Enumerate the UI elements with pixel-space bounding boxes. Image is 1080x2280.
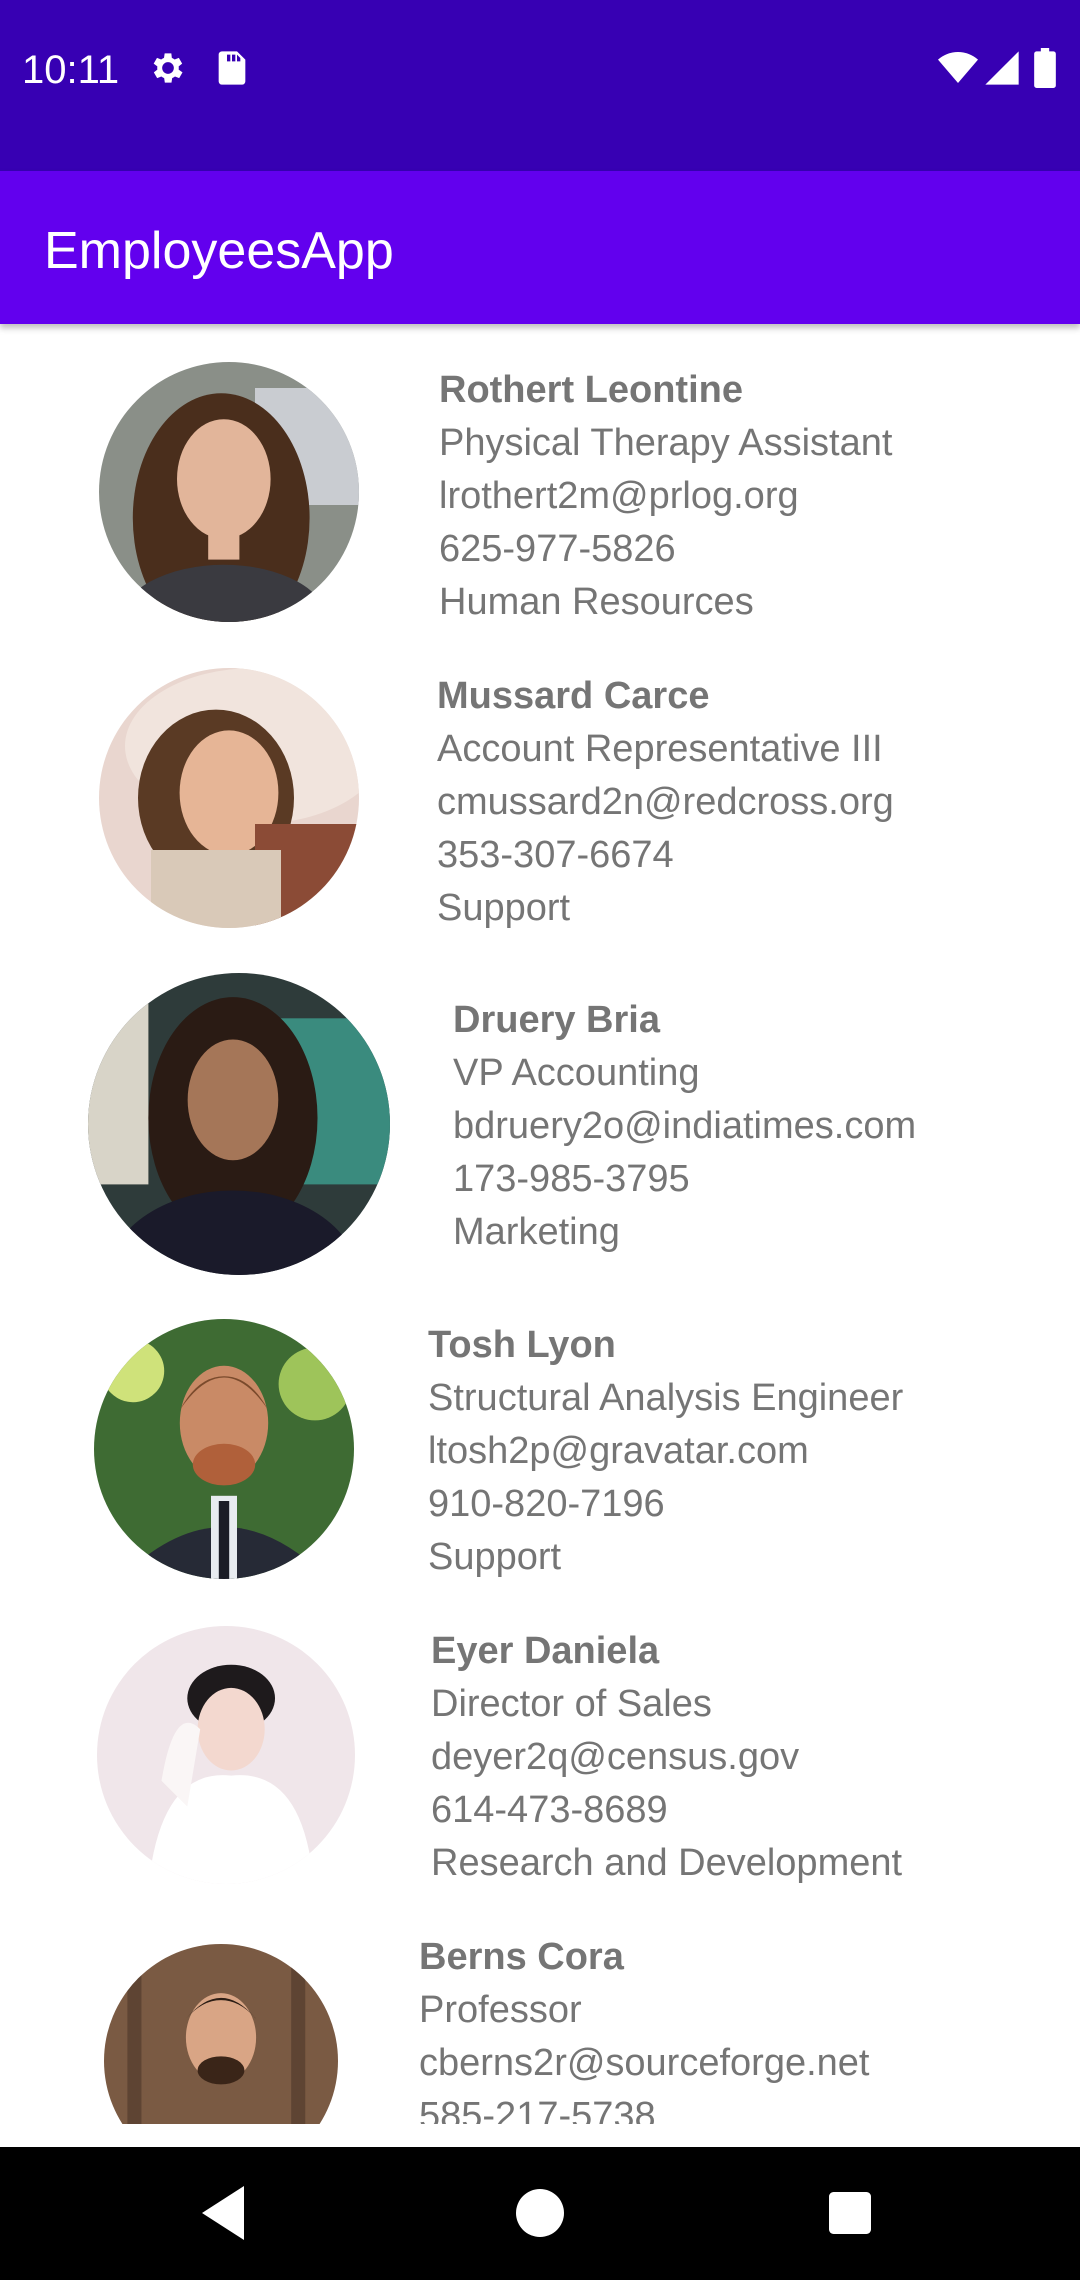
employee-phone: 585-217-5738: [419, 2095, 656, 2124]
employee-avatar: [94, 1319, 354, 1579]
employee-phone: 173-985-3795: [453, 1158, 690, 1200]
employee-name: Rothert Leontine: [439, 369, 743, 411]
sd-card-icon: [212, 48, 252, 88]
signal-icon: [982, 48, 1022, 88]
status-bar: 10:11: [0, 0, 1080, 171]
employee-email: cberns2r@sourceforge.net: [419, 2042, 870, 2084]
employee-phone: 910-820-7196: [428, 1483, 665, 1525]
employee-email: bdruery2o@indiatimes.com: [453, 1105, 917, 1147]
employee-info: Eyer Daniela Director of Sales deyer2q@c…: [431, 1625, 902, 1890]
employee-email: ltosh2p@gravatar.com: [428, 1430, 809, 1472]
employee-list[interactable]: Rothert Leontine Physical Therapy Assist…: [0, 324, 1080, 2124]
employee-info: Mussard Carce Account Representative III…: [437, 670, 894, 935]
employee-title: VP Accounting: [453, 1052, 700, 1094]
home-icon[interactable]: [504, 2177, 576, 2249]
status-time: 10:11: [22, 48, 120, 92]
app-bar: EmployeesApp: [0, 171, 1080, 324]
employee-name: Eyer Daniela: [431, 1630, 660, 1672]
employee-name: Druery Bria: [453, 999, 660, 1041]
employee-info: Rothert Leontine Physical Therapy Assist…: [439, 364, 892, 629]
employee-department: Marketing: [453, 1211, 620, 1253]
app-title: EmployeesApp: [44, 222, 394, 280]
employee-title: Director of Sales: [431, 1683, 712, 1725]
employee-title: Structural Analysis Engineer: [428, 1377, 904, 1419]
employee-title: Professor: [419, 1989, 582, 2031]
battery-icon: [1032, 48, 1058, 88]
employee-name: Mussard Carce: [437, 675, 710, 717]
employee-info: Druery Bria VP Accounting bdruery2o@indi…: [453, 994, 916, 1259]
employee-avatar: [99, 668, 359, 928]
employee-phone: 614-473-8689: [431, 1789, 668, 1831]
employee-phone: 353-307-6674: [437, 834, 674, 876]
employee-info: Tosh Lyon Structural Analysis Engineer l…: [428, 1319, 903, 1584]
employee-phone: 625-977-5826: [439, 528, 676, 570]
employee-title: Physical Therapy Assistant: [439, 422, 893, 464]
employee-avatar: [97, 1626, 355, 1884]
employee-avatar: [88, 973, 390, 1275]
employee-department: Support: [428, 1536, 562, 1578]
employee-avatar: [104, 1944, 338, 2124]
gear-icon: [148, 48, 188, 88]
employee-email: lrothert2m@prlog.org: [439, 475, 799, 517]
employee-name: Berns Cora: [419, 1936, 624, 1978]
employee-department: Support: [437, 887, 571, 929]
recents-icon[interactable]: [814, 2177, 886, 2249]
employee-info: Berns Cora Professor cberns2r@sourceforg…: [419, 1931, 869, 2124]
employee-department: Human Resources: [439, 581, 754, 623]
employee-title: Account Representative III: [437, 728, 883, 770]
employee-name: Tosh Lyon: [428, 1324, 616, 1366]
employee-email: cmussard2n@redcross.org: [437, 781, 894, 823]
back-icon[interactable]: [190, 2177, 262, 2249]
wifi-icon: [936, 48, 980, 88]
employee-department: Research and Development: [431, 1842, 903, 1884]
navigation-bar: [0, 2147, 1080, 2280]
employee-avatar: [99, 362, 359, 622]
employee-email: deyer2q@census.gov: [431, 1736, 800, 1778]
